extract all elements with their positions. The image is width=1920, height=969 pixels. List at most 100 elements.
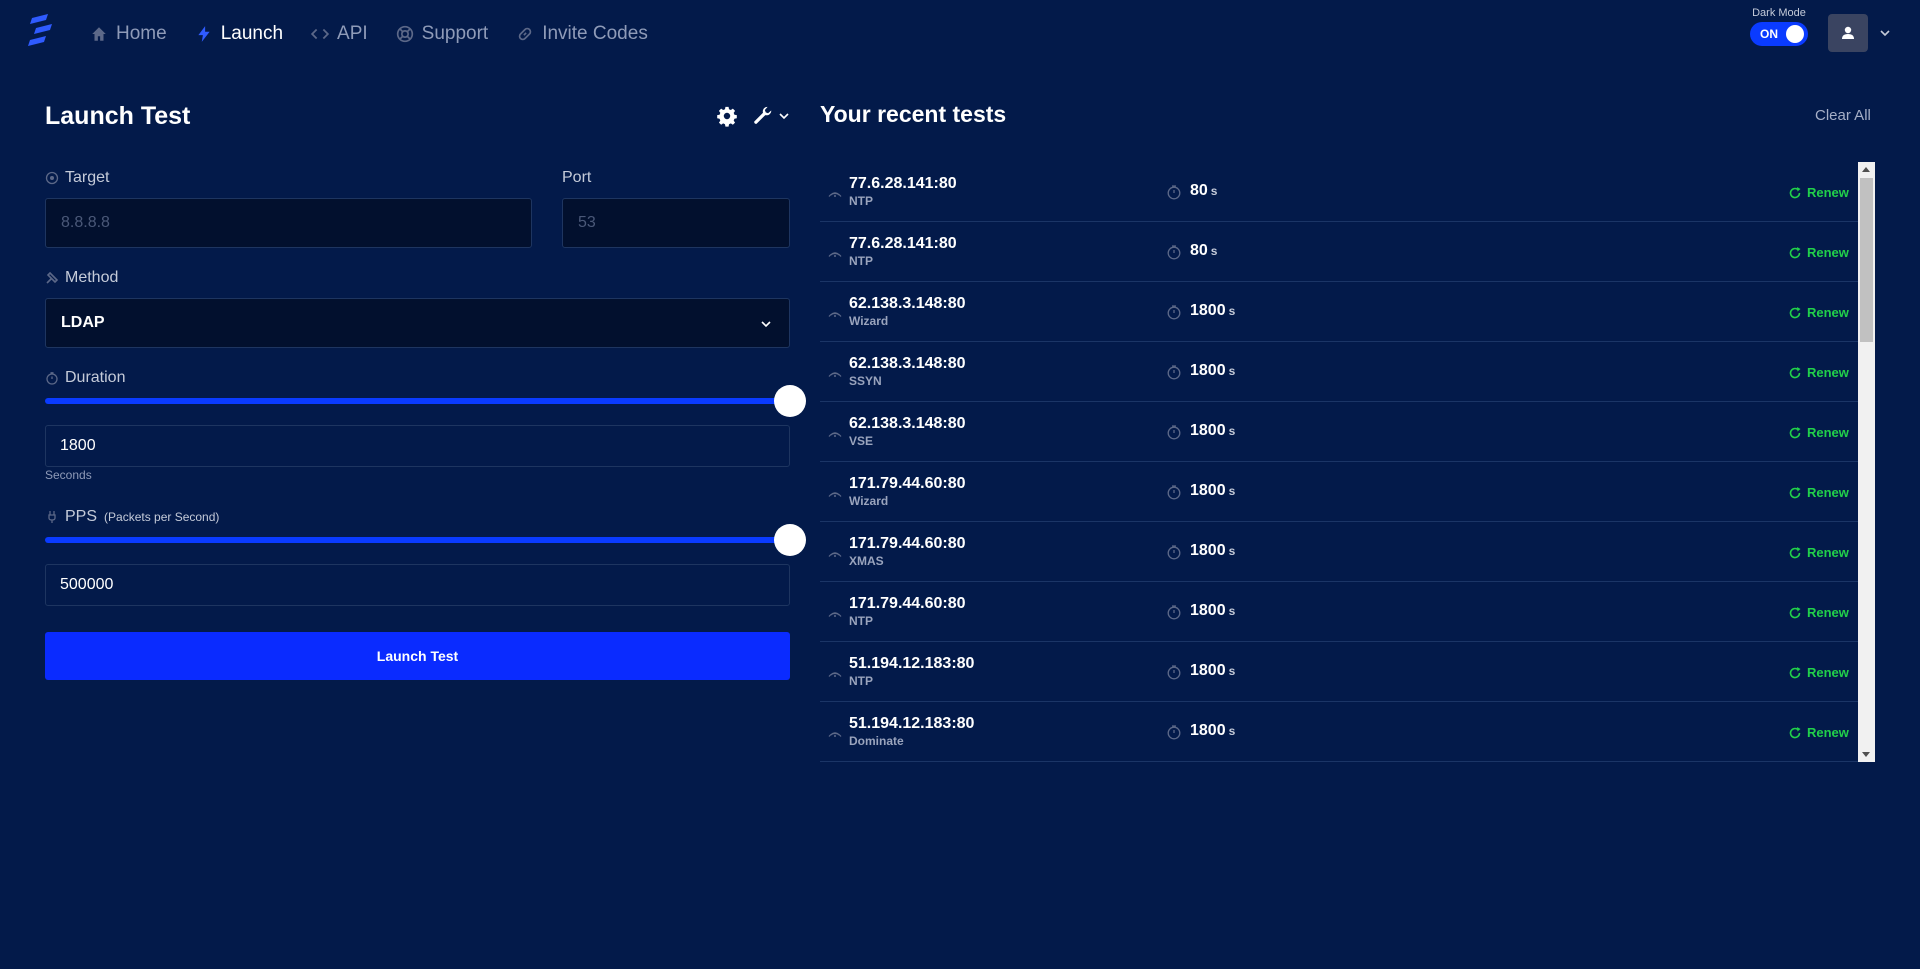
renew-label: Renew	[1807, 245, 1849, 260]
test-duration-value: 80	[1190, 182, 1208, 199]
test-duration: 1800 s	[1190, 362, 1235, 380]
scroll-up-arrow[interactable]	[1862, 167, 1870, 172]
duration-slider-handle[interactable]	[774, 385, 806, 417]
renew-label: Renew	[1807, 185, 1849, 200]
test-method: NTP	[849, 254, 873, 268]
renew-label: Renew	[1807, 305, 1849, 320]
test-target: 171.79.44.60:80	[849, 475, 966, 492]
stopwatch-icon	[1167, 305, 1181, 320]
refresh-icon	[1789, 426, 1801, 438]
target-label-text: Target	[65, 169, 110, 186]
target-input[interactable]: 8.8.8.8	[45, 198, 532, 248]
duration-label-text: Duration	[65, 369, 126, 386]
target-icon	[45, 171, 59, 185]
nav-invite-codes-label: Invite Codes	[542, 23, 648, 44]
test-duration: 1800 s	[1190, 542, 1235, 560]
renew-button[interactable]: Renew	[1788, 665, 1849, 680]
chevron-down-icon[interactable]	[1878, 26, 1892, 40]
recent-test-row: 62.138.3.148:80 Wizard 1800 s Renew	[820, 282, 1858, 342]
home-icon	[92, 27, 106, 41]
port-placeholder: 53	[578, 214, 596, 231]
gear-icon[interactable]	[716, 105, 738, 127]
test-duration: 1800 s	[1190, 602, 1235, 620]
port-label: Port	[562, 169, 591, 187]
nav-home-label: Home	[116, 23, 167, 44]
renew-label: Renew	[1807, 365, 1849, 380]
scroll-down-arrow[interactable]	[1862, 752, 1870, 757]
renew-button[interactable]: Renew	[1788, 545, 1849, 560]
bolt-icon	[198, 26, 210, 42]
link-icon	[518, 27, 532, 41]
toggle-knob	[1786, 25, 1804, 43]
nav-home[interactable]: Home	[90, 23, 167, 45]
dark-mode-state: ON	[1760, 27, 1778, 41]
nav-api[interactable]: API	[311, 23, 368, 45]
test-method: NTP	[849, 674, 873, 688]
test-target: 171.79.44.60:80	[849, 595, 966, 612]
refresh-icon	[1789, 666, 1801, 678]
recent-tests-scrollbar[interactable]	[1858, 162, 1875, 762]
test-method: Wizard	[849, 494, 889, 508]
chevron-down-icon[interactable]	[778, 110, 790, 122]
renew-button[interactable]: Renew	[1788, 725, 1849, 740]
panel-tools	[716, 105, 790, 127]
chevron-down-icon	[761, 321, 771, 328]
renew-label: Renew	[1807, 725, 1849, 740]
wrench-icon[interactable]	[752, 105, 774, 127]
refresh-icon	[1789, 366, 1801, 378]
renew-button[interactable]: Renew	[1788, 485, 1849, 500]
test-duration-value: 1800	[1190, 722, 1226, 739]
clear-all-button[interactable]: Clear All	[1815, 107, 1871, 124]
refresh-icon	[1789, 486, 1801, 498]
renew-label: Renew	[1807, 545, 1849, 560]
pps-slider-track[interactable]	[45, 537, 790, 543]
test-duration-unit: s	[1228, 664, 1236, 678]
test-method: SSYN	[849, 374, 882, 388]
scroll-thumb[interactable]	[1860, 178, 1873, 342]
nav-launch[interactable]: Launch	[195, 23, 283, 45]
test-target: 62.138.3.148:80	[849, 295, 966, 312]
test-duration-value: 1800	[1190, 302, 1226, 319]
duration-label: Duration	[45, 369, 125, 387]
method-select[interactable]: LDAP	[45, 298, 790, 348]
renew-button[interactable]: Renew	[1788, 305, 1849, 320]
recent-test-row: 51.194.12.183:80 Dominate 1800 s Renew	[820, 702, 1858, 762]
renew-button[interactable]: Renew	[1788, 365, 1849, 380]
duration-input[interactable]: 1800	[45, 425, 790, 467]
recent-test-row: 171.79.44.60:80 NTP 1800 s Renew	[820, 582, 1858, 642]
renew-button[interactable]: Renew	[1788, 185, 1849, 200]
pps-slider-handle[interactable]	[774, 524, 806, 556]
test-method: Dominate	[849, 734, 904, 748]
test-duration-value: 1800	[1190, 422, 1226, 439]
user-menu-button[interactable]	[1828, 14, 1868, 52]
logo-icon[interactable]	[26, 14, 56, 50]
renew-button[interactable]: Renew	[1788, 245, 1849, 260]
nav-support[interactable]: Support	[396, 23, 489, 45]
tools-icon	[46, 271, 59, 284]
signal-icon	[828, 612, 842, 617]
stopwatch-icon	[1167, 245, 1181, 260]
nav-launch-label: Launch	[220, 23, 284, 44]
target-label: Target	[45, 169, 109, 187]
pps-input[interactable]: 500000	[45, 564, 790, 606]
port-input[interactable]: 53	[562, 198, 790, 248]
duration-slider-track[interactable]	[45, 398, 790, 404]
renew-label: Renew	[1807, 485, 1849, 500]
refresh-icon	[1789, 306, 1801, 318]
nav-support-label: Support	[421, 23, 489, 44]
method-value: LDAP	[61, 314, 105, 331]
test-target: 51.194.12.183:80	[849, 655, 975, 672]
duration-value: 1800	[60, 437, 96, 454]
launch-test-button[interactable]: Launch Test	[45, 632, 790, 680]
dark-mode-toggle[interactable]: ON	[1750, 22, 1808, 46]
dark-mode-label: Dark Mode	[1752, 7, 1806, 19]
launch-title: Launch Test	[45, 102, 191, 130]
test-method: VSE	[849, 434, 874, 448]
stopwatch-icon	[1167, 365, 1181, 380]
test-target: 62.138.3.148:80	[849, 415, 966, 432]
renew-button[interactable]: Renew	[1788, 425, 1849, 440]
stopwatch-icon	[1167, 545, 1181, 560]
nav-invite-codes[interactable]: Invite Codes	[516, 23, 648, 45]
renew-button[interactable]: Renew	[1788, 605, 1849, 620]
stopwatch-icon	[1167, 425, 1181, 440]
